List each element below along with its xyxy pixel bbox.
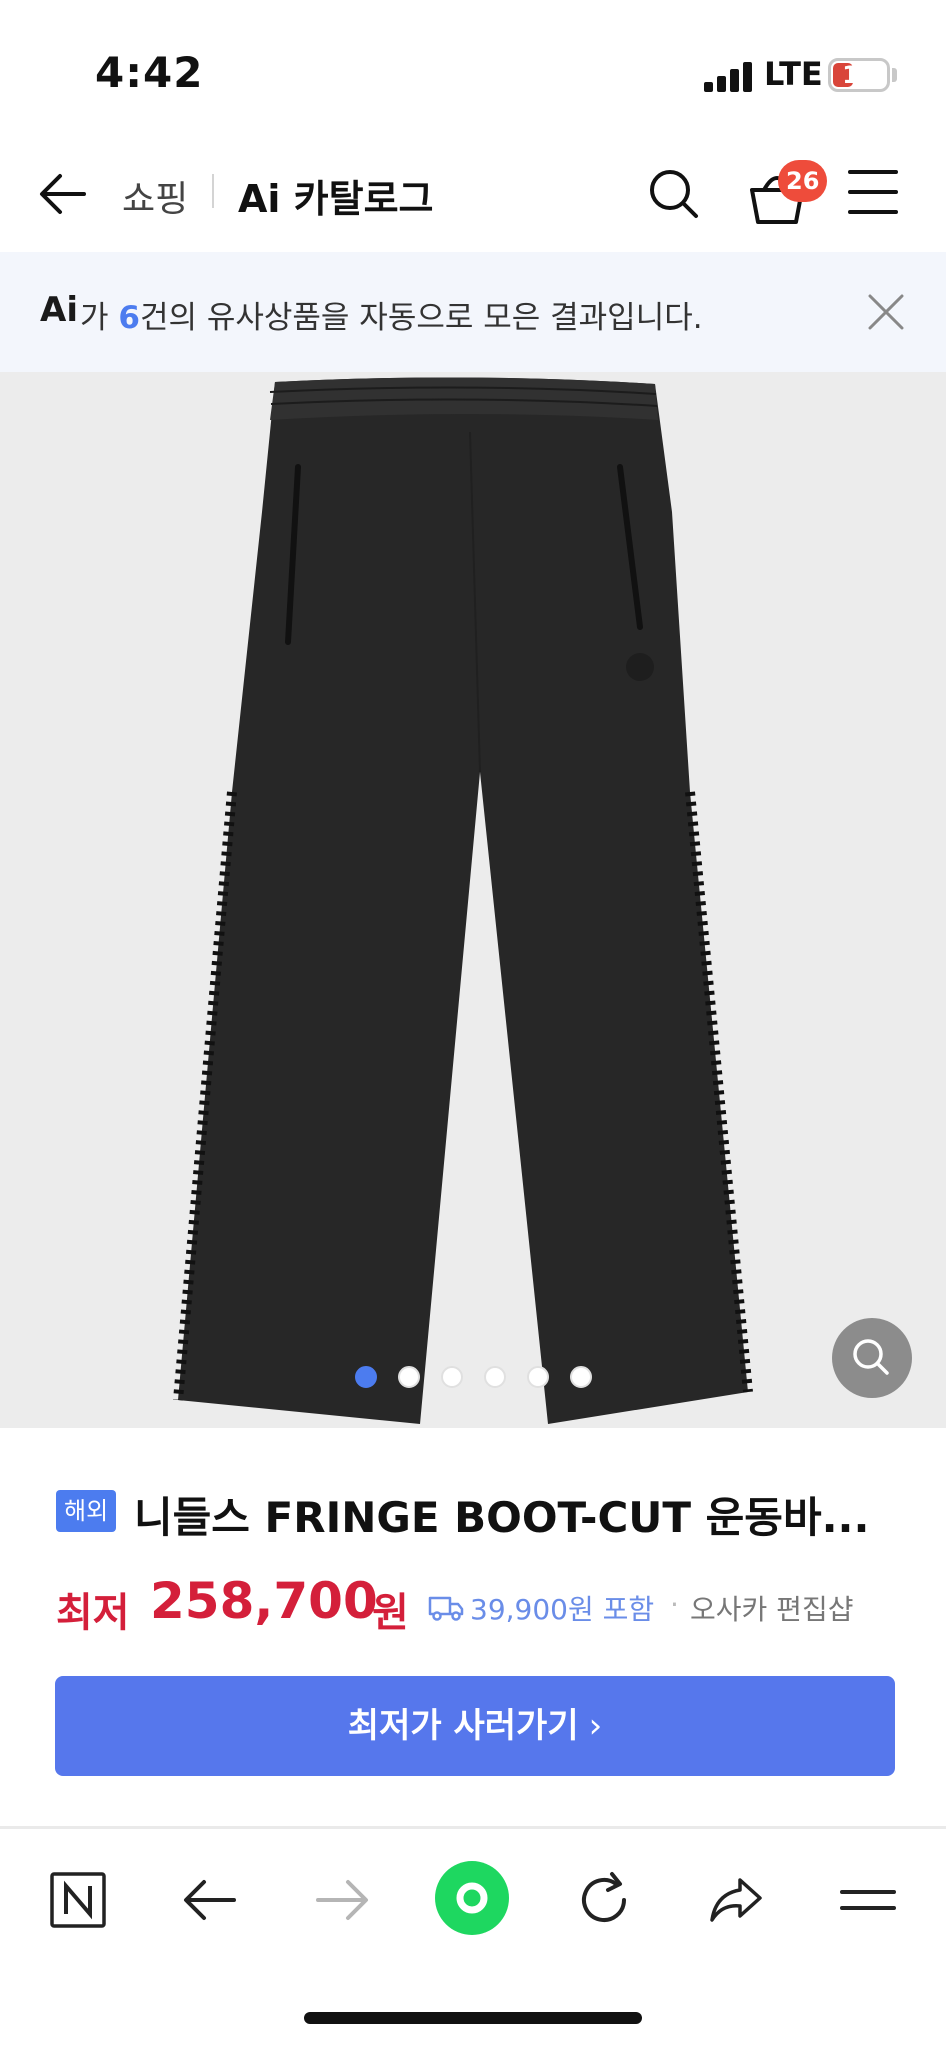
arrow-left-icon	[40, 174, 86, 214]
price-prefix: 최저	[56, 1590, 130, 1636]
seller-name[interactable]: 오사카 편집샵	[690, 1588, 853, 1628]
gallery-dot[interactable]	[526, 1366, 549, 1388]
ai-banner-text: 가 6건의 유사상품을 자동으로 모은 결과입니다.	[80, 292, 703, 337]
home-indicator	[304, 2012, 642, 2024]
browser-toolbar	[0, 1836, 946, 1966]
share-button[interactable]	[700, 1864, 772, 1936]
gallery-pagination	[0, 1366, 946, 1390]
browser-menu-button[interactable]	[832, 1864, 904, 1936]
refresh-icon	[582, 1872, 626, 1922]
banner-close-button[interactable]	[866, 292, 906, 332]
menu-icon	[840, 1890, 896, 1910]
naver-home-button[interactable]	[42, 1864, 114, 1936]
forward-arrow-icon	[316, 1880, 368, 1920]
status-bar: 4:42 LTE 11	[0, 0, 946, 140]
battery-level: 11	[842, 61, 876, 89]
gallery-dot[interactable]	[354, 1366, 377, 1388]
signal-icon	[704, 62, 756, 92]
browser-forward-button[interactable]	[306, 1864, 378, 1936]
truck-icon	[428, 1596, 464, 1621]
ai-text-prefix: 가	[80, 300, 119, 336]
naver-n-icon	[50, 1872, 106, 1928]
ai-result-banner: Ai 가 6건의 유사상품을 자동으로 모은 결과입니다.	[0, 252, 946, 372]
similar-count: 6	[118, 300, 140, 336]
cta-label: 최저가 사러가기	[347, 1706, 579, 1746]
battery-cap	[892, 68, 897, 82]
menu-line	[848, 210, 898, 214]
chevron-right-icon: ›	[588, 1706, 603, 1746]
ai-logo: Ai	[40, 290, 78, 330]
top-navigation: 쇼핑 Ai 카탈로그 26	[0, 140, 946, 252]
gallery-dot[interactable]	[440, 1366, 463, 1388]
menu-line	[848, 190, 898, 194]
buy-lowest-price-button[interactable]: 최저가 사러가기 ›	[55, 1676, 895, 1776]
status-time: 4:42	[95, 48, 204, 97]
overseas-tag: 해외	[56, 1490, 117, 1532]
search-icon	[650, 170, 698, 218]
price-unit: 원	[372, 1590, 409, 1636]
meta-separator: ·	[670, 1588, 679, 1621]
page-title: Ai 카탈로그	[238, 177, 434, 221]
pants-illustration	[173, 377, 753, 1424]
ai-text-suffix: 건의 유사상품을 자동으로 모은 결과입니다.	[139, 300, 703, 336]
green-home-button[interactable]	[434, 1860, 510, 1936]
battery-icon: 11	[828, 58, 890, 92]
search-button[interactable]	[644, 164, 704, 224]
divider	[0, 1826, 946, 1829]
breadcrumb-separator	[212, 174, 214, 208]
close-icon	[868, 294, 904, 330]
price-row: 최저 258,700 원 39,900원 포함 · 오사카 편집샵	[56, 1572, 936, 1636]
refresh-button[interactable]	[568, 1864, 640, 1936]
menu-line	[848, 170, 898, 174]
product-name: 니들스 FRINGE BOOT-CUT 운동바...	[134, 1493, 870, 1542]
back-arrow-icon	[184, 1880, 236, 1920]
green-home-icon	[435, 1861, 509, 1935]
breadcrumb-shopping[interactable]: 쇼핑	[122, 170, 188, 222]
product-image[interactable]	[0, 372, 946, 1428]
share-icon	[710, 1878, 762, 1922]
cart-count-badge: 26	[778, 160, 828, 202]
gallery-dot[interactable]	[483, 1366, 506, 1388]
lowest-price: 258,700	[150, 1572, 378, 1630]
menu-button[interactable]	[848, 170, 900, 216]
magnifier-icon	[853, 1339, 889, 1375]
gallery-dot[interactable]	[397, 1366, 420, 1388]
network-label: LTE	[764, 55, 823, 93]
browser-back-button[interactable]	[174, 1864, 246, 1936]
back-button[interactable]	[34, 164, 94, 224]
gallery-dot[interactable]	[569, 1366, 592, 1388]
delivery-fee: 39,900원 포함	[470, 1593, 655, 1626]
zoom-button[interactable]	[832, 1318, 912, 1398]
